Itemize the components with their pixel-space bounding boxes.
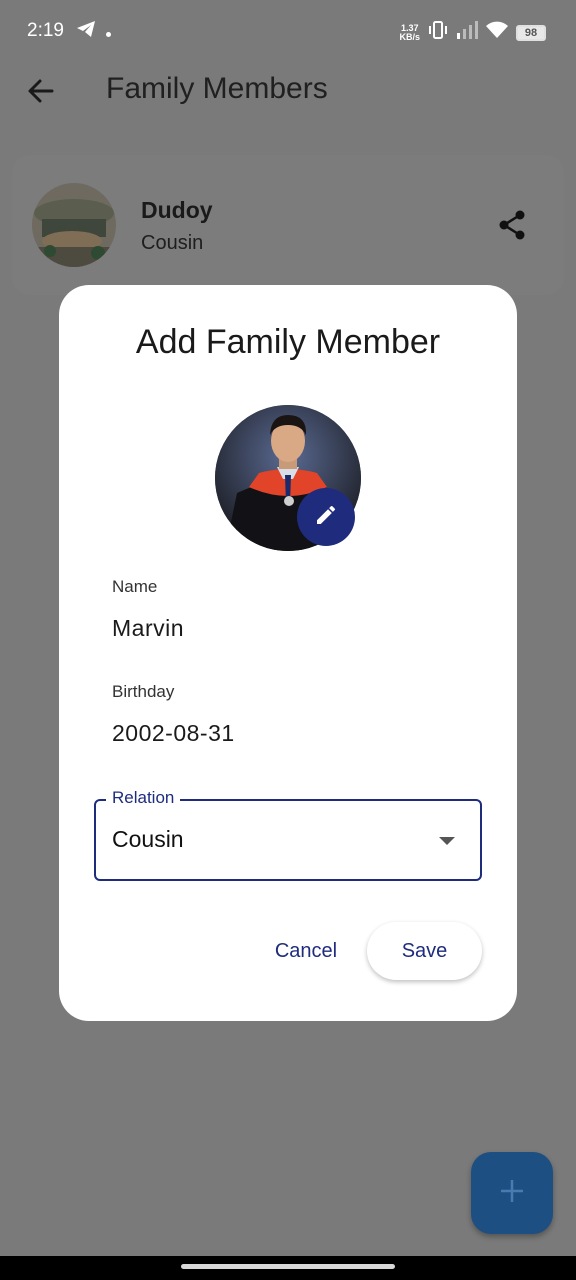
wifi-icon bbox=[486, 21, 508, 45]
plus-icon bbox=[499, 1178, 525, 1209]
home-handle[interactable] bbox=[181, 1264, 395, 1269]
cancel-button[interactable]: Cancel bbox=[259, 923, 353, 979]
telegram-icon bbox=[76, 20, 96, 44]
page-title: Family Members bbox=[106, 72, 328, 105]
status-time: 2:19 bbox=[27, 20, 64, 41]
member-avatar bbox=[32, 183, 116, 267]
relation-value: Cousin bbox=[112, 826, 184, 852]
system-nav-bar bbox=[0, 1256, 576, 1280]
name-field[interactable]: Marvin bbox=[112, 615, 184, 642]
battery-icon: 98 bbox=[516, 25, 546, 41]
back-arrow-icon[interactable] bbox=[26, 76, 56, 106]
signal-icon bbox=[456, 21, 478, 45]
relation-dropdown[interactable]: Relation Cousin bbox=[94, 788, 482, 881]
edit-photo-button[interactable] bbox=[297, 488, 355, 546]
dot-icon bbox=[106, 21, 111, 43]
member-relation: Cousin bbox=[141, 232, 204, 254]
net-speed: 1.37 KB/s bbox=[399, 23, 420, 42]
pencil-icon bbox=[314, 503, 338, 532]
name-label: Name bbox=[112, 577, 158, 596]
app-bar: Family Members bbox=[0, 60, 576, 120]
member-name: Dudoy bbox=[141, 197, 213, 223]
add-member-fab[interactable] bbox=[471, 1152, 553, 1234]
status-bar: 2:19 1.37 KB/s 98 bbox=[0, 0, 576, 60]
share-icon[interactable] bbox=[496, 209, 528, 241]
add-family-member-dialog: Add Family Member Name Marvin Birthday 2… bbox=[59, 285, 517, 1021]
dropdown-arrow-icon bbox=[439, 837, 455, 845]
save-button[interactable]: Save bbox=[367, 922, 482, 980]
vibrate-icon bbox=[428, 20, 448, 46]
birthday-label: Birthday bbox=[112, 682, 175, 701]
family-member-card[interactable]: Dudoy Cousin bbox=[12, 155, 564, 295]
dialog-title: Add Family Member bbox=[135, 323, 441, 361]
birthday-field[interactable]: 2002-08-31 bbox=[112, 720, 235, 747]
relation-label: Relation bbox=[106, 788, 181, 808]
